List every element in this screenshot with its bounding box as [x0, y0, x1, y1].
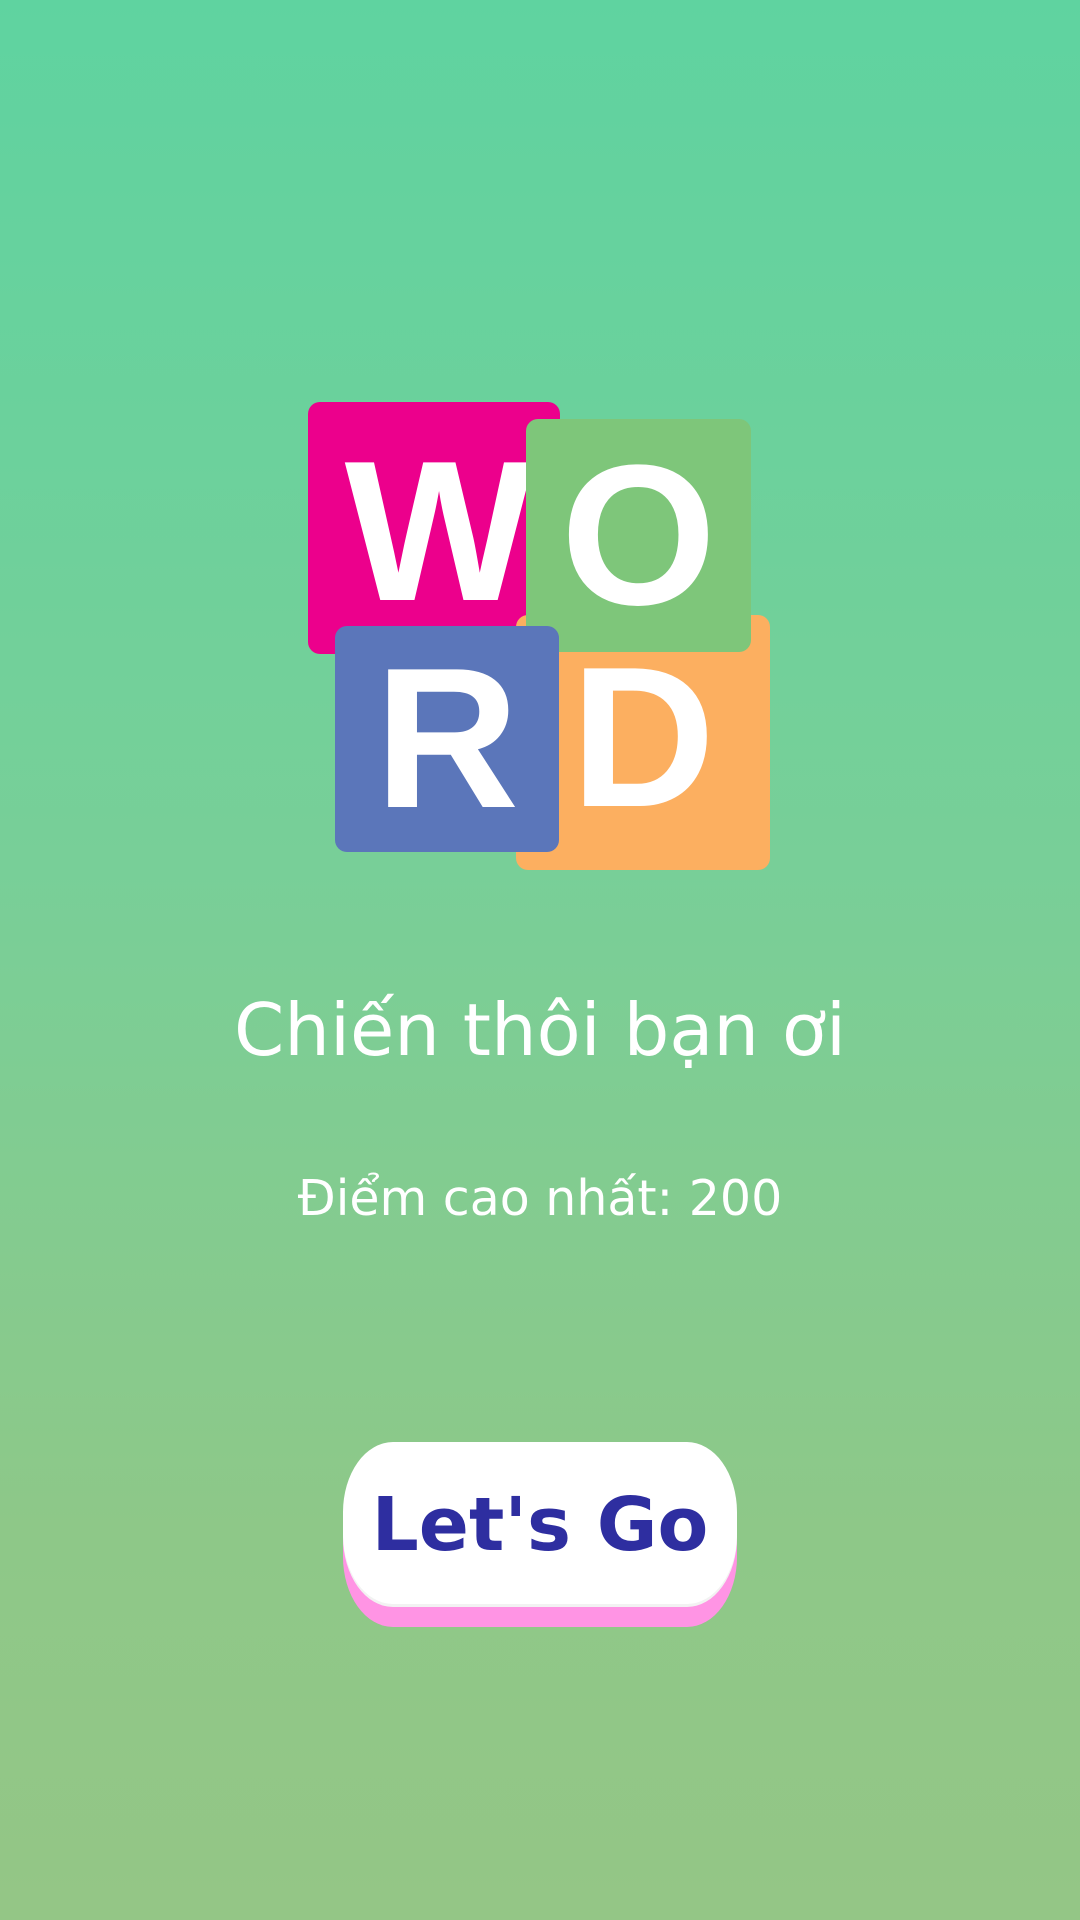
lets-go-button[interactable]: Let's Go: [343, 1442, 737, 1607]
subtitle-text: Chiến thôi bạn ơi: [234, 988, 846, 1072]
logo-letter-r: R: [374, 627, 520, 850]
logo-letter-d: D: [570, 625, 716, 849]
word-logo: W O D R: [308, 402, 770, 870]
high-score-label: Điểm cao nhất: 200: [297, 1170, 783, 1227]
logo-tile-o: O: [526, 419, 751, 652]
logo-tile-r: R: [335, 626, 559, 852]
logo-letter-w: W: [344, 420, 534, 643]
logo-letter-o: O: [560, 423, 717, 647]
